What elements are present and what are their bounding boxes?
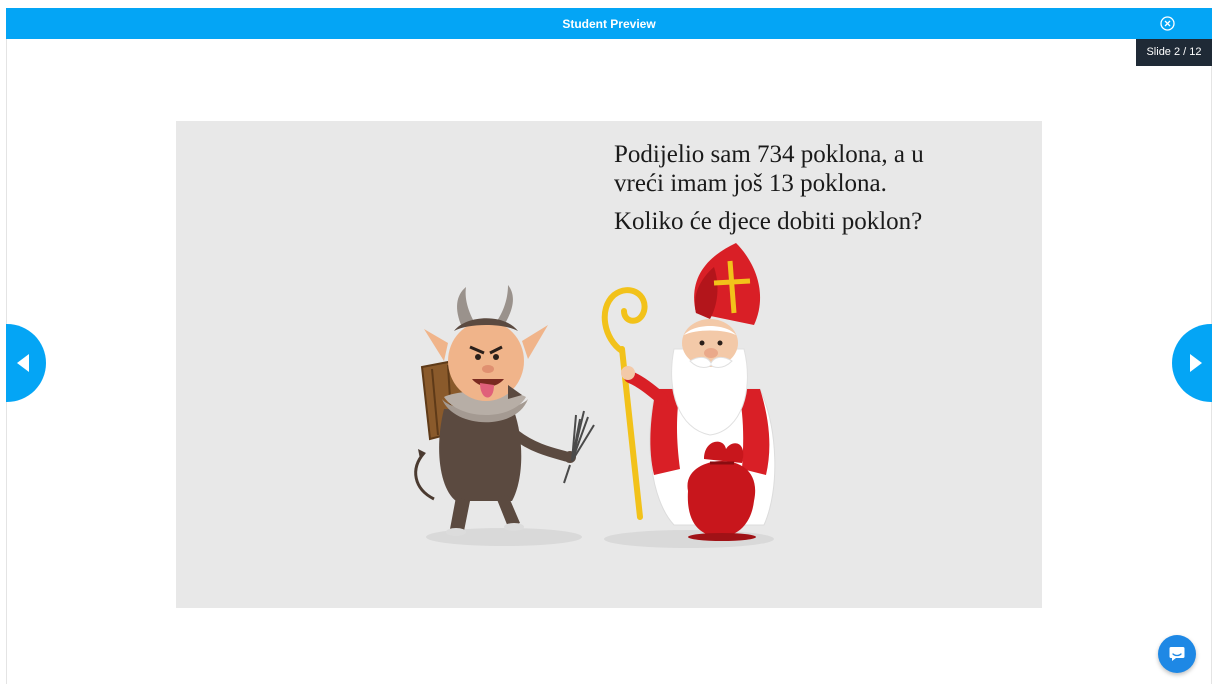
slide-question-text: Podijelio sam 734 poklona, a u vreći imam…: [614, 140, 1024, 236]
saint-nicholas-figure: [601, 243, 776, 541]
slide-text-line-1: Podijelio sam 734 poklona, a u: [614, 141, 924, 168]
slide-counter: Slide 2 / 12: [1136, 39, 1212, 66]
slide-text-line-2: vreći imam još 13 poklona.: [614, 170, 887, 197]
preview-title: Student Preview: [562, 17, 656, 31]
krampus-figure: [414, 285, 595, 536]
close-circle-icon: [1160, 16, 1175, 31]
preview-header-bar: Student Preview: [6, 8, 1212, 39]
chat-button[interactable]: [1158, 635, 1196, 673]
triangle-right-icon: [1190, 354, 1202, 372]
slide-text-question: Koliko će djece dobiti poklon?: [614, 208, 923, 235]
student-preview-screen: Student Preview Slide 2 / 12 Podijelio s…: [0, 0, 1213, 684]
slide-text-line: Podijelio sam 734 poklona, a u vreći imam…: [614, 140, 1024, 198]
next-slide-button[interactable]: [1172, 324, 1212, 402]
krampus-and-saint-nicholas-illustration: [414, 243, 776, 548]
triangle-left-icon: [17, 354, 29, 372]
close-preview-button[interactable]: [1159, 15, 1176, 32]
slide-canvas: Podijelio sam 734 poklona, a u vreći imam…: [176, 121, 1042, 608]
previous-slide-button[interactable]: [6, 324, 46, 402]
chat-bubble-icon: [1169, 647, 1185, 661]
